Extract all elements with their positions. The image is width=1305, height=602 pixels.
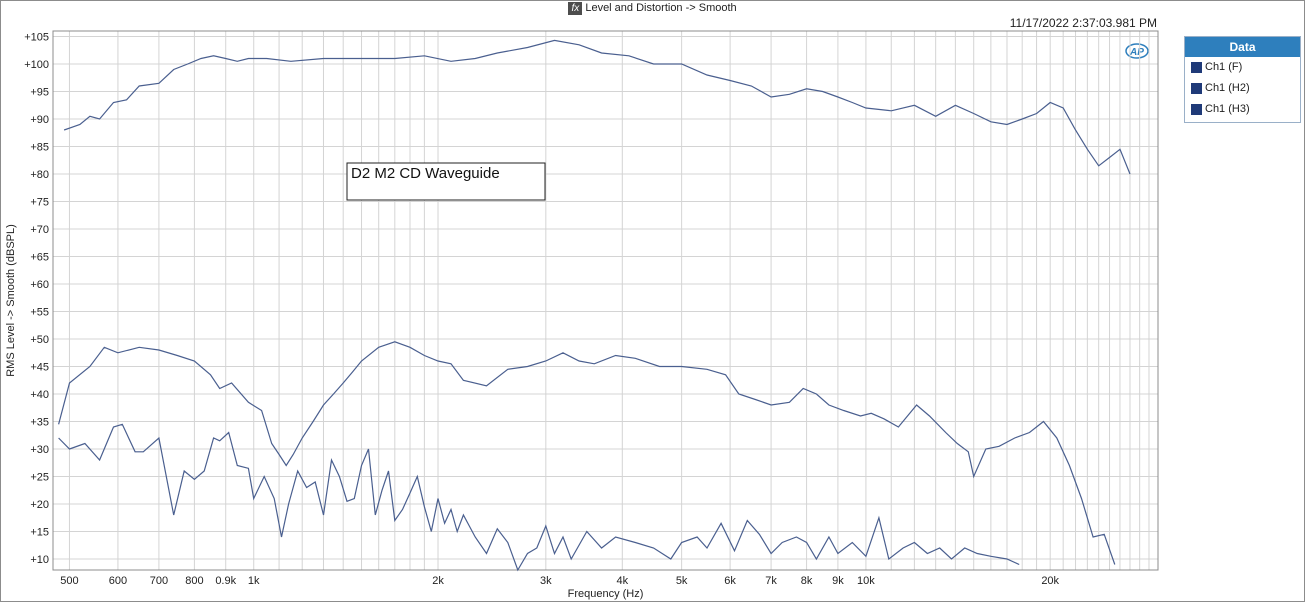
y-tick-label: +45 xyxy=(30,362,49,374)
x-tick-label: 1k xyxy=(248,575,260,587)
annotation-text: D2 M2 CD Waveguide xyxy=(351,165,500,182)
y-axis-title: RMS Level -> Smooth (dBSPL) xyxy=(5,224,17,377)
y-tick-label: +55 xyxy=(30,307,49,319)
x-tick-label: 8k xyxy=(801,575,813,587)
y-tick-label: +70 xyxy=(30,224,49,236)
x-tick-label: 800 xyxy=(185,575,203,587)
y-tick-label: +65 xyxy=(30,252,49,264)
legend-panel: Data Ch1 (F) Ch1 (H2) Ch1 (H3) xyxy=(1184,36,1301,123)
y-tick-label: +60 xyxy=(30,279,49,291)
x-tick-label: 2k xyxy=(432,575,444,587)
series-layer xyxy=(58,39,1131,572)
series-line-f xyxy=(63,39,1131,175)
chart-svg: +10 +15 +20 +25 +30 +35 +40 +45 +50 +55 +60 +65 +70 +… xyxy=(5,30,1159,600)
legend-label: Ch1 (F) xyxy=(1205,61,1243,73)
y-tick-label: +50 xyxy=(30,334,49,346)
legend-item-h3[interactable]: Ch1 (H3) xyxy=(1185,99,1300,120)
x-tick-label: 500 xyxy=(60,575,78,587)
y-tick-label: +15 xyxy=(30,527,49,539)
y-tick-label: +40 xyxy=(30,389,49,401)
x-tick-label: 9k xyxy=(832,575,844,587)
x-tick-label: 600 xyxy=(109,575,127,587)
x-tick-label: 6k xyxy=(724,575,736,587)
legend-item-f[interactable]: Ch1 (F) xyxy=(1185,57,1300,78)
x-tick-label: 7k xyxy=(765,575,777,587)
y-tick-label: +95 xyxy=(30,87,49,99)
y-tick-label: +10 xyxy=(30,554,49,566)
grid-layer xyxy=(53,31,1158,570)
plot-area xyxy=(52,30,1159,571)
x-tick-label: 4k xyxy=(616,575,628,587)
y-tick-label: +80 xyxy=(30,169,49,181)
x-tick-label: 5k xyxy=(676,575,688,587)
y-tick-label: +35 xyxy=(30,417,49,429)
series-line-h3 xyxy=(58,423,1020,572)
legend-header: Data xyxy=(1185,37,1300,57)
legend-swatch xyxy=(1191,83,1202,94)
legend-swatch xyxy=(1191,104,1202,115)
legend-swatch xyxy=(1191,62,1202,73)
y-tick-label: +20 xyxy=(30,499,49,511)
y-tick-label: +90 xyxy=(30,114,49,126)
x-tick-label: 700 xyxy=(150,575,168,587)
y-tick-label: +75 xyxy=(30,197,49,209)
y-tick-label: +30 xyxy=(30,444,49,456)
x-tick-label: 20k xyxy=(1041,575,1059,587)
legend-item-h2[interactable]: Ch1 (H2) xyxy=(1185,78,1300,99)
y-tick-label: +100 xyxy=(24,59,49,71)
legend-label: Ch1 (H3) xyxy=(1205,103,1250,115)
annotation-box: D2 M2 CD Waveguide xyxy=(346,162,546,201)
x-tick-label: 10k xyxy=(857,575,875,587)
y-tick-label: +25 xyxy=(30,472,49,484)
legend-label: Ch1 (H2) xyxy=(1205,82,1250,94)
y-tick-label: +85 xyxy=(30,142,49,154)
x-tick-label: 0.9k xyxy=(215,575,236,587)
x-axis-title: Frequency (Hz) xyxy=(568,588,644,600)
x-tick-label: 3k xyxy=(540,575,552,587)
y-tick-label: +105 xyxy=(24,32,49,44)
